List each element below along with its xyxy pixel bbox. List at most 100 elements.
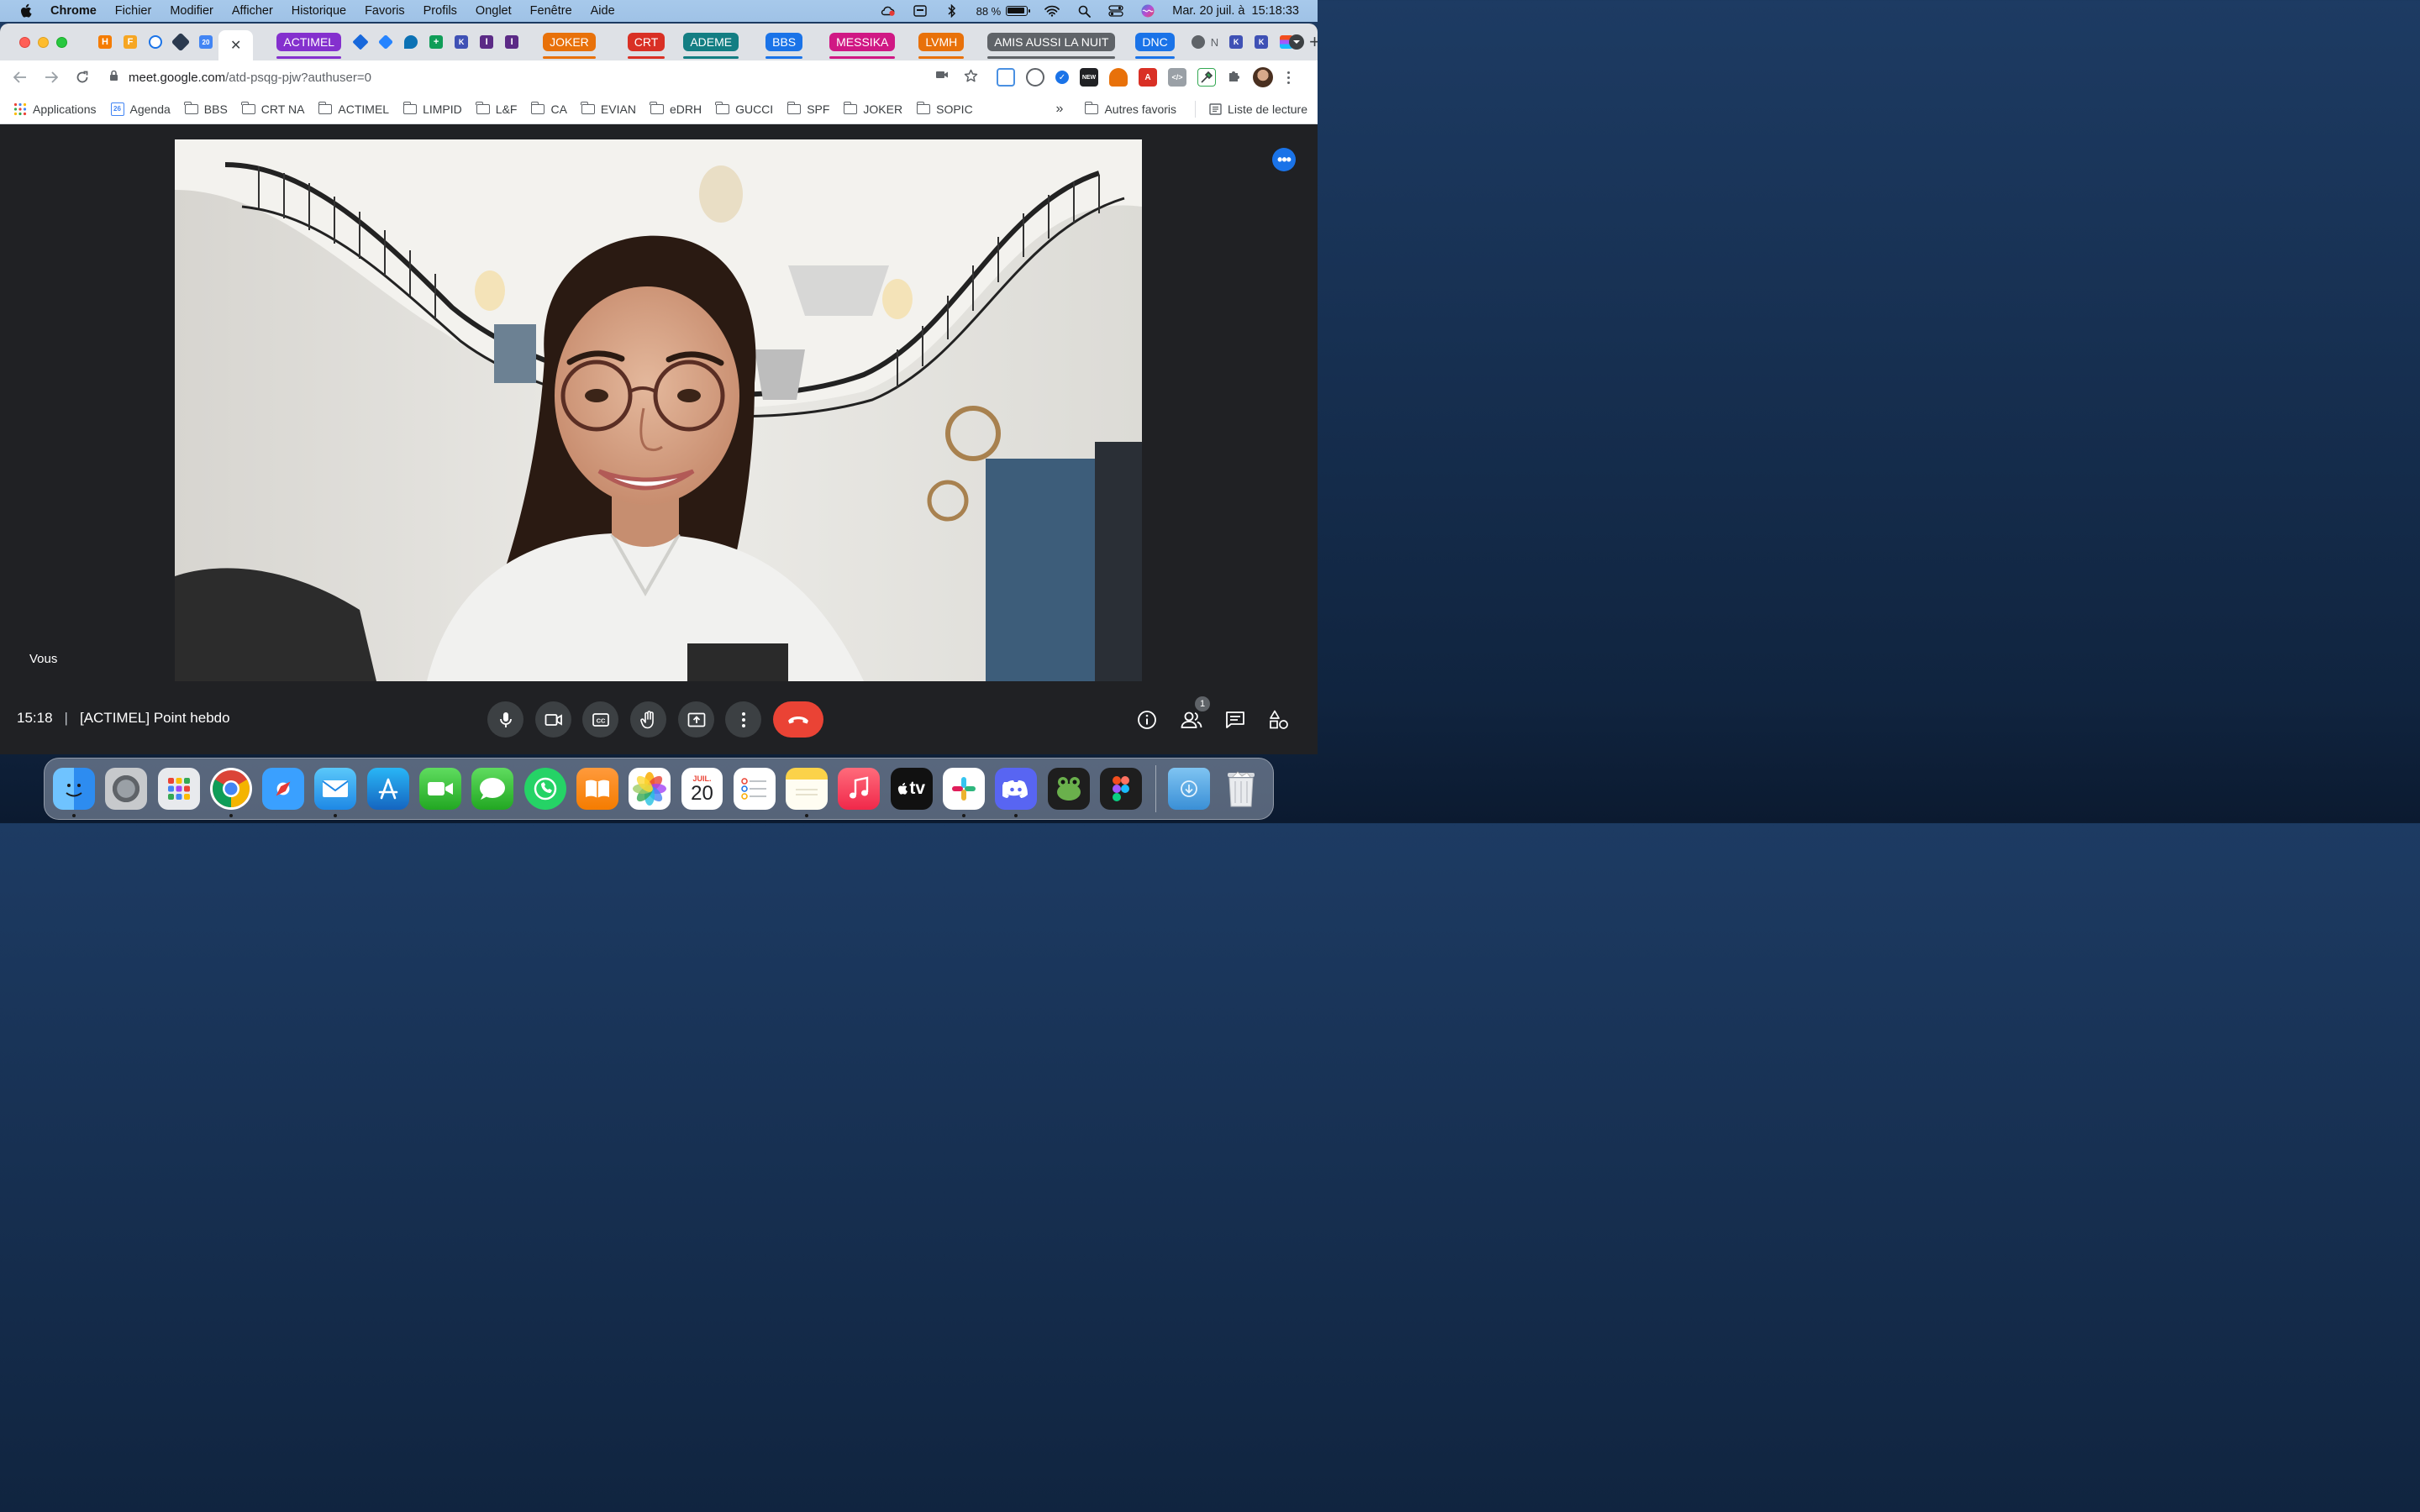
spotlight-search-icon[interactable] — [1076, 4, 1092, 18]
dock-trash-icon[interactable] — [1221, 768, 1263, 810]
tab-favicon-k2-icon[interactable]: K — [1229, 35, 1244, 49]
tab-favicon-jira-icon[interactable] — [378, 34, 394, 50]
participants-button[interactable]: 1 — [1180, 696, 1210, 732]
bookmark-folder-crt-na[interactable]: CRT NA — [241, 101, 304, 116]
tab-search-chevron-icon[interactable] — [1289, 34, 1304, 50]
dock-calendar-icon[interactable]: JUIL. 20 — [681, 768, 723, 810]
menu-aide[interactable]: Aide — [591, 4, 615, 18]
bookmarks-overflow-chevron[interactable]: » — [1056, 102, 1064, 117]
dock-safari-icon[interactable] — [262, 768, 305, 810]
tab-group-amis-aussi-la-nuit[interactable]: AMIS AUSSI LA NUIT — [987, 33, 1116, 59]
bookmark-folder-sopic[interactable]: SOPIC — [916, 101, 973, 116]
profile-avatar[interactable] — [1253, 67, 1273, 87]
close-window-button[interactable] — [19, 36, 30, 48]
leave-call-button[interactable] — [773, 701, 823, 738]
siri-icon[interactable] — [1140, 4, 1155, 18]
tab-group-ademe[interactable]: ADEME — [683, 33, 739, 59]
tab-favicon-calendar-icon[interactable]: 20 — [199, 35, 213, 49]
bookmark-folder-ca[interactable]: CA — [530, 101, 567, 116]
menu-app-name[interactable]: Chrome — [50, 4, 97, 18]
tab-favicon-dark-hex-icon[interactable] — [171, 32, 191, 52]
menu-modifier[interactable]: Modifier — [170, 4, 213, 18]
tab-favicon-k3-icon[interactable]: K — [1255, 35, 1269, 49]
bookmark-agenda[interactable]: 26 Agenda — [110, 102, 171, 116]
menu-afficher[interactable]: Afficher — [232, 4, 273, 18]
back-arrow-icon[interactable] — [12, 69, 29, 86]
tab-group-joker[interactable]: JOKER — [543, 33, 596, 59]
dock-photos-icon[interactable] — [629, 768, 671, 810]
minimize-window-button[interactable] — [38, 36, 49, 48]
tab-favicon-sheets-icon[interactable]: + — [429, 35, 444, 49]
dock-figma-icon[interactable] — [1099, 768, 1142, 810]
ext-search-glass-icon[interactable] — [1026, 68, 1044, 87]
ext-new-icon[interactable]: NEW — [1080, 68, 1098, 87]
meeting-more-options-icon[interactable]: ••• — [1272, 148, 1296, 171]
dock-discord-icon[interactable] — [995, 768, 1038, 817]
tab-group-bbs[interactable]: BBS — [765, 33, 803, 59]
activities-button[interactable] — [1267, 708, 1291, 732]
tab-small-title[interactable]: N — [1211, 36, 1218, 49]
dock-apple-tv-icon[interactable]: tv — [890, 768, 933, 810]
bookmark-folder-joker[interactable]: JOKER — [843, 101, 902, 116]
meeting-details-button[interactable] — [1135, 708, 1159, 732]
tab-group-crt[interactable]: CRT — [627, 33, 666, 59]
ext-screen-reader-icon[interactable] — [997, 68, 1015, 87]
menubar-datetime[interactable]: Mar. 20 juil. à 15:18:33 — [1172, 4, 1299, 18]
bookmark-folder-limpid[interactable]: LIMPID — [402, 101, 462, 116]
bookmark-folder-evian[interactable]: EVIAN — [581, 101, 636, 116]
microphone-toggle-button[interactable] — [487, 701, 523, 738]
tab-group-lvmh[interactable]: LVMH — [918, 33, 965, 59]
chrome-menu-icon[interactable] — [1287, 71, 1290, 84]
wifi-icon[interactable] — [1044, 4, 1060, 18]
bookmark-folder-edrh[interactable]: eDRH — [650, 101, 702, 116]
reload-icon[interactable] — [74, 69, 91, 86]
dock-launchpad-icon[interactable] — [157, 768, 200, 810]
dock-whatsapp-icon[interactable] — [523, 768, 566, 810]
ext-check-icon[interactable]: ✓ — [1055, 71, 1069, 84]
reading-list-button[interactable]: Liste de lecture — [1209, 102, 1307, 116]
keyboard-viewer-icon[interactable] — [913, 4, 928, 18]
more-options-button[interactable] — [725, 701, 761, 738]
tab-group-dnc[interactable]: DNC — [1135, 33, 1176, 59]
ext-eyedropper-icon[interactable] — [1197, 68, 1216, 87]
bookmark-folder-bbs[interactable]: BBS — [184, 101, 228, 116]
tab-favicon-i-icon[interactable]: I — [480, 35, 494, 49]
bookmark-folder-actimel[interactable]: ACTIMEL — [318, 101, 389, 116]
extensions-puzzle-icon[interactable] — [1227, 68, 1242, 87]
bookmark-folder-lf[interactable]: L&F — [476, 101, 517, 116]
camera-toggle-button[interactable] — [535, 701, 571, 738]
menu-favoris[interactable]: Favoris — [365, 4, 405, 18]
present-screen-button[interactable] — [678, 701, 714, 738]
bookmark-folder-spf[interactable]: SPF — [786, 101, 829, 116]
tab-favicon-i2-icon[interactable]: I — [505, 35, 519, 49]
bookmark-star-icon[interactable] — [964, 69, 978, 87]
menu-fenetre[interactable]: Fenêtre — [530, 4, 572, 18]
apple-menu-icon[interactable] — [20, 3, 34, 18]
dock-messages-icon[interactable] — [471, 768, 514, 810]
tab-favicon-globe-icon[interactable] — [1191, 35, 1205, 49]
bookmark-other-favorites[interactable]: Autres favoris — [1084, 102, 1176, 116]
tab-favicon-harvest-icon[interactable]: H — [98, 35, 112, 49]
close-tab-icon[interactable]: ✕ — [230, 37, 241, 54]
camera-in-use-icon[interactable] — [935, 69, 949, 87]
dock-books-icon[interactable] — [576, 768, 618, 810]
tab-group-messika[interactable]: MESSIKA — [829, 33, 896, 59]
ext-acrobat-icon[interactable]: A — [1139, 68, 1157, 87]
dock-mail-icon[interactable] — [314, 768, 357, 817]
dock-music-icon[interactable] — [838, 768, 881, 810]
raise-hand-button[interactable] — [630, 701, 666, 738]
chat-button[interactable] — [1223, 708, 1247, 732]
dock-finder-icon[interactable] — [53, 768, 95, 817]
lock-icon[interactable] — [109, 70, 118, 85]
forward-arrow-icon[interactable] — [43, 69, 60, 86]
dock-downloads-folder-icon[interactable] — [1168, 768, 1211, 810]
tab-favicon-k-icon[interactable]: K — [455, 35, 469, 49]
menu-fichier[interactable]: Fichier — [115, 4, 152, 18]
fullscreen-window-button[interactable] — [56, 36, 67, 48]
bookmark-applications[interactable]: Applications — [13, 102, 97, 116]
dock-notes-icon[interactable] — [786, 768, 829, 817]
tab-favicon-drupal-icon[interactable] — [404, 35, 418, 49]
dock-app-store-icon[interactable] — [366, 768, 409, 810]
battery-status[interactable]: 88 % — [976, 5, 1031, 18]
captions-toggle-button[interactable]: CC — [582, 701, 618, 738]
